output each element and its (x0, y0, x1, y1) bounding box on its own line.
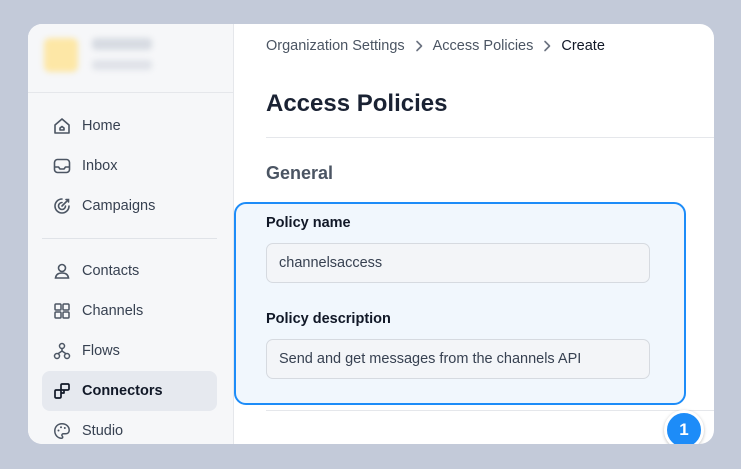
studio-icon (54, 423, 70, 439)
inbox-icon (53, 158, 71, 174)
title-divider (266, 137, 714, 138)
sidebar-item-label: Home (82, 118, 121, 134)
policy-name-input[interactable] (266, 243, 650, 283)
nav-group-secondary: Contacts Channels Flows Connectors Studi… (42, 251, 217, 444)
sidebar-item-label: Inbox (82, 158, 118, 174)
sidebar-item-inbox[interactable]: Inbox (42, 146, 217, 186)
breadcrumb: Organization Settings Access Policies Cr… (266, 38, 605, 54)
breadcrumb-item-access-policies[interactable]: Access Policies (433, 38, 534, 54)
sidebar-item-campaigns[interactable]: Campaigns (42, 186, 217, 226)
channels-icon (54, 303, 70, 319)
org-logo (44, 38, 78, 72)
section-divider (266, 410, 714, 411)
policy-description-label: Policy description (266, 311, 391, 327)
chevron-right-icon (544, 40, 551, 52)
sidebar-item-label: Contacts (82, 263, 140, 279)
org-subtitle-blurred (92, 60, 152, 70)
app-window: Home Inbox Campaigns Contacts Channels F… (28, 24, 714, 444)
sidebar-item-label: Studio (82, 423, 124, 439)
sidebar-item-contacts[interactable]: Contacts (42, 251, 217, 291)
sidebar-item-label: Flows (82, 343, 120, 359)
campaigns-icon (54, 198, 70, 214)
sidebar-item-label: Connectors (82, 383, 163, 399)
sidebar-item-channels[interactable]: Channels (42, 291, 217, 331)
contacts-icon (54, 263, 70, 279)
org-switcher[interactable] (28, 24, 233, 93)
sidebar-item-flows[interactable]: Flows (42, 331, 217, 371)
sidebar-item-connectors[interactable]: Connectors (42, 371, 217, 411)
section-title-general: General (266, 163, 334, 183)
sidebar-item-label: Channels (82, 303, 144, 319)
sidebar-divider (42, 238, 217, 239)
breadcrumb-item-current: Create (561, 38, 605, 54)
sidebar: Home Inbox Campaigns Contacts Channels F… (28, 24, 234, 444)
page-title: Access Policies (266, 90, 448, 117)
nav-group-primary: Home Inbox Campaigns (42, 106, 217, 226)
sidebar-item-studio[interactable]: Studio (42, 411, 217, 444)
main-content: Organization Settings Access Policies Cr… (234, 24, 714, 444)
org-name-blurred (92, 38, 152, 50)
home-icon (54, 118, 70, 134)
step-badge: 1 (664, 410, 704, 444)
policy-description-input[interactable] (266, 339, 650, 379)
policy-name-label: Policy name (266, 215, 351, 231)
sidebar-item-home[interactable]: Home (42, 106, 217, 146)
sidebar-item-label: Campaigns (82, 198, 156, 214)
breadcrumb-item-organization-settings[interactable]: Organization Settings (266, 38, 405, 54)
flows-icon (53, 342, 71, 360)
connectors-icon (54, 383, 70, 399)
chevron-right-icon (415, 40, 422, 52)
